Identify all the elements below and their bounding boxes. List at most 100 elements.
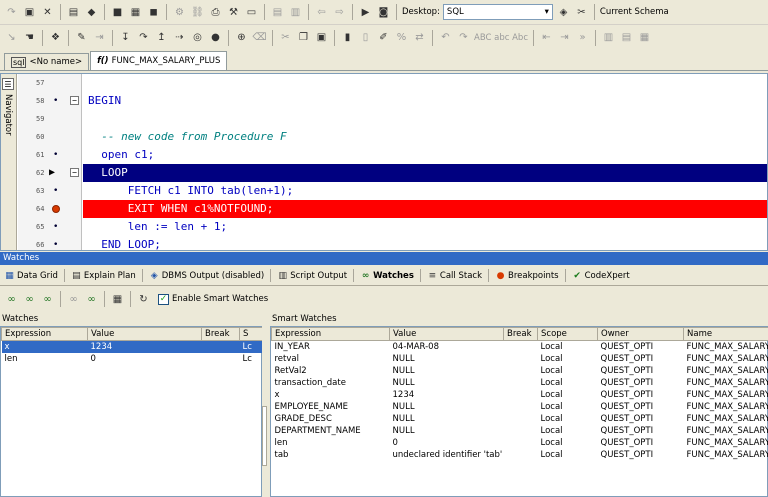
code-line[interactable]: FETCH c1 INTO tab(len+1); [83, 182, 767, 200]
editor-gutter[interactable]: 57 58 • − 59 60 61 • 62 ▶ − 63 • 64 65 • 66 • [18, 74, 82, 250]
tab-func-max-salary-plus[interactable]: f() FUNC_MAX_SALARY_PLUS [90, 51, 228, 70]
forward-icon[interactable]: ⇨ [332, 5, 347, 20]
sql-editor-icon[interactable]: ▣ [22, 5, 37, 20]
gutter-line[interactable]: 58 • − [18, 92, 82, 110]
step-over-icon[interactable]: ↷ [136, 30, 151, 45]
add-watch-icon[interactable]: ∞ [4, 292, 19, 307]
executable-line-dot-icon[interactable]: • [53, 240, 58, 250]
table-row[interactable]: x 1234 Local QUEST_OPTI FUNC_MAX_SALARY [272, 389, 768, 401]
tab-watches[interactable]: ∞ Watches [360, 270, 414, 281]
indent-icon[interactable]: ⇤ [539, 30, 554, 45]
breakpoint-icon[interactable] [52, 205, 60, 213]
outdent-icon[interactable]: ⇥ [557, 30, 572, 45]
gutter-line[interactable]: 61 • [18, 146, 82, 164]
splitter-grip[interactable] [262, 406, 267, 466]
toggle-icon[interactable]: ⇄ [412, 30, 427, 45]
navigator-strip[interactable]: ☰ Navigator [1, 74, 17, 250]
arrow-icon[interactable]: ↘ [4, 30, 19, 45]
fold-toggle-icon[interactable]: − [70, 96, 79, 105]
hand-icon[interactable]: ☚ [22, 30, 37, 45]
navigator-label[interactable]: Navigator [3, 94, 13, 136]
navigator-icon[interactable]: ☰ [2, 78, 14, 90]
gutter-line[interactable]: 62 ▶ − [18, 164, 82, 182]
step-icon[interactable]: ⇥ [92, 30, 107, 45]
window-list-icon[interactable]: ▦ [637, 30, 652, 45]
column-header[interactable]: Break [503, 327, 538, 341]
refresh-watches-icon[interactable]: ∞ [84, 292, 99, 307]
table-row[interactable]: len 0 Local QUEST_OPTI FUNC_MAX_SALARY [272, 437, 768, 449]
wrench-icon[interactable]: ⚒ [226, 5, 241, 20]
executable-line-dot-icon[interactable]: • [53, 222, 58, 232]
code-line[interactable]: len := len + 1; [83, 218, 767, 236]
code-line[interactable] [83, 74, 767, 92]
table-row[interactable]: transaction_date NULL Local QUEST_OPTI FUNC_… [272, 377, 768, 389]
code-line[interactable]: LOOP [83, 164, 767, 182]
enable-smart-watches-label[interactable]: Enable Smart Watches [172, 294, 268, 304]
pane-splitter[interactable] [262, 326, 270, 497]
debug-icon[interactable]: ◙ [376, 5, 391, 20]
code-area[interactable]: BEGIN -- new code from Procedure F open … [83, 74, 767, 251]
gutter-line[interactable]: 65 • [18, 218, 82, 236]
cube-icon[interactable]: ◼ [146, 5, 161, 20]
gutter-line[interactable]: 60 [18, 128, 82, 146]
cut-icon[interactable]: ✂ [278, 30, 293, 45]
open-file-icon[interactable]: ▤ [66, 5, 81, 20]
code-line[interactable]: open c1; [83, 146, 767, 164]
calculator-icon[interactable]: ▦ [110, 292, 125, 307]
column-header[interactable]: Owner [597, 327, 684, 341]
window-icon[interactable]: ▭ [244, 5, 259, 20]
schema-browser-icon[interactable]: ◆ [84, 5, 99, 20]
tab-data-grid[interactable]: ▦ Data Grid [4, 270, 58, 281]
halt-icon[interactable]: ◎ [190, 30, 205, 45]
enable-smart-watches-checkbox[interactable]: ✓ [158, 293, 169, 305]
undo-icon[interactable]: ↶ [438, 30, 453, 45]
column-header[interactable]: Expression [271, 327, 390, 341]
column-header[interactable]: Value [87, 327, 202, 341]
redo-icon[interactable]: ↷ [456, 30, 471, 45]
column-header[interactable]: Break [201, 327, 240, 341]
tab-no-name[interactable]: sql <No name> [4, 53, 90, 70]
fold-toggle-icon[interactable]: − [70, 168, 79, 177]
executable-line-dot-icon[interactable]: • [53, 96, 58, 106]
column-header[interactable]: Name [683, 327, 768, 341]
stats-icon[interactable]: ▥ [288, 5, 303, 20]
table-row[interactable]: RetVal2 NULL Local QUEST_OPTI FUNC_MAX_SALAR… [272, 365, 768, 377]
table-row[interactable]: tab undeclared identifier 'tab' Local QUEST… [272, 449, 768, 461]
tools-icon[interactable]: ✂ [574, 5, 589, 20]
table-row[interactable]: x 1234 Lc [1, 340, 264, 353]
code-editor[interactable]: ☰ Navigator 57 58 • − 59 60 61 • 62 ▶ − 63 • 64 65 • 66 •… [0, 73, 768, 251]
column-header[interactable]: Value [389, 327, 504, 341]
tab-call-stack[interactable]: ≡ Call Stack [427, 270, 482, 281]
gutter-line[interactable]: 63 • [18, 182, 82, 200]
breakpoint-toggle-icon[interactable]: ● [208, 30, 223, 45]
tile-icon[interactable]: ▥ [601, 30, 616, 45]
link-icon[interactable]: ⛓ [190, 5, 205, 20]
table-row[interactable]: IN_YEAR 04-MAR-08 Local QUEST_OPTI FUNC_MAX_… [272, 341, 768, 353]
print-icon[interactable]: ⎙ [208, 5, 223, 20]
table-row[interactable]: EMPLOYEE_NAME NULL Local QUEST_OPTI FUNC_MAX… [272, 401, 768, 413]
highlight-icon[interactable]: ✐ [376, 30, 391, 45]
executable-line-dot-icon[interactable]: • [53, 150, 58, 160]
gutter-line[interactable]: 59 [18, 110, 82, 128]
column-header[interactable]: Scope [537, 327, 598, 341]
executable-line-dot-icon[interactable]: • [53, 186, 58, 196]
clear-watches-icon[interactable]: ∞ [66, 292, 81, 307]
remove-watch-icon[interactable]: ∞ [40, 292, 55, 307]
grid-view-icon[interactable]: ▦ [128, 5, 143, 20]
desktop-select[interactable]: SQL ▾ [442, 4, 553, 20]
code-template-icon[interactable]: ✎ [74, 30, 89, 45]
case-change-label[interactable]: ABC abc Abc [474, 33, 528, 43]
table-row[interactable]: DEPARTMENT_NAME NULL Local QUEST_OPTI FUNC_M… [272, 425, 768, 437]
code-line[interactable]: BEGIN [83, 92, 767, 110]
run-icon[interactable]: ▶ [358, 5, 373, 20]
paste-icon[interactable]: ▣ [314, 30, 329, 45]
column-header[interactable]: S [239, 327, 264, 341]
cascade-icon[interactable]: ▤ [619, 30, 634, 45]
configure-icon[interactable]: ◈ [556, 5, 571, 20]
table-row[interactable]: GRADE_DESC NULL Local QUEST_OPTI FUNC_MAX_SA… [272, 413, 768, 425]
code-line[interactable] [83, 110, 767, 128]
percent-icon[interactable]: % [394, 30, 409, 45]
back-icon[interactable]: ⇦ [314, 5, 329, 20]
save-icon[interactable]: ■ [110, 5, 125, 20]
step-into-icon[interactable]: ↧ [118, 30, 133, 45]
